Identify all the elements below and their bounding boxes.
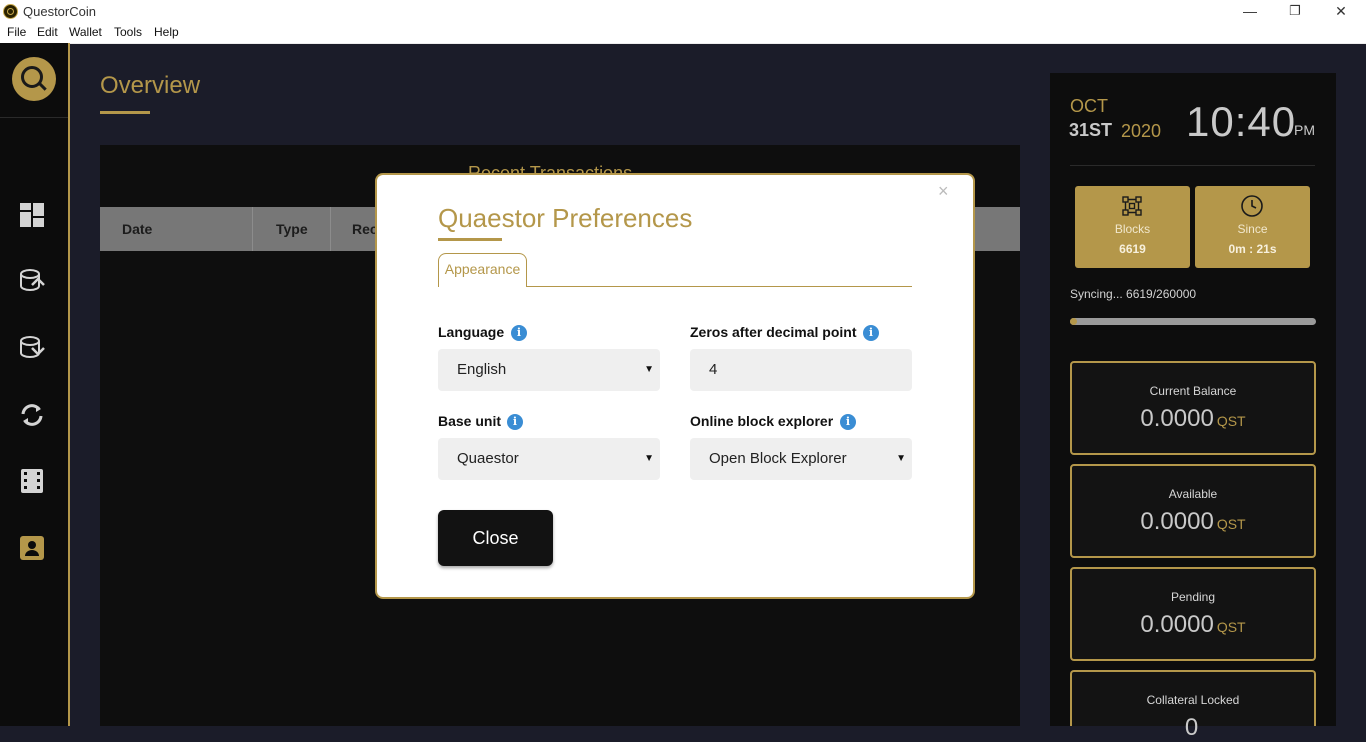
- balance-amount-row: 0.0000 QST: [1072, 405, 1314, 433]
- since-card: Since 0m : 21s: [1195, 186, 1310, 268]
- close-button[interactable]: Close: [438, 510, 553, 566]
- menu-tools[interactable]: Tools: [114, 25, 142, 39]
- contacts-icon[interactable]: [19, 535, 45, 561]
- column-recipient[interactable]: Rec: [352, 221, 378, 237]
- language-label: Language: [438, 324, 505, 340]
- balance-unit: QST: [1216, 413, 1246, 429]
- dialog-title-underline: [438, 238, 502, 241]
- balance-amount: 0.0000: [1140, 508, 1214, 535]
- dropdown-caret-icon: ▼: [644, 453, 654, 464]
- info-icon[interactable]: i: [511, 325, 527, 341]
- send-coins-icon[interactable]: [19, 268, 45, 294]
- blocks-card: Blocks 6619: [1075, 186, 1190, 268]
- sync-progress-bar: [1070, 318, 1316, 325]
- clock-icon: [1241, 195, 1263, 217]
- title-underline: [100, 111, 150, 114]
- zeros-value: 4: [709, 361, 718, 378]
- info-icon[interactable]: i: [507, 414, 523, 430]
- balance-amount-row: 0: [1072, 714, 1314, 742]
- balance-label: Available: [1168, 487, 1218, 501]
- available-balance-card: Available 0.0000 QST: [1070, 464, 1316, 558]
- explorer-value: Open Block Explorer: [709, 450, 847, 467]
- column-date[interactable]: Date: [122, 221, 152, 237]
- balance-label: Current Balance: [1149, 384, 1237, 398]
- zeros-label: Zeros after decimal point: [690, 324, 857, 340]
- transactions-icon[interactable]: [19, 468, 45, 494]
- minimize-button[interactable]: —: [1227, 0, 1273, 23]
- column-type[interactable]: Type: [276, 221, 308, 237]
- balance-amount-row: 0.0000 QST: [1072, 508, 1314, 536]
- menu-wallet[interactable]: Wallet: [69, 25, 102, 39]
- date-year: 2020: [1121, 121, 1162, 141]
- sync-progress-fill: [1070, 318, 1077, 325]
- column-separator: [252, 207, 253, 251]
- block-explorer-select[interactable]: Open Block Explorer ▼: [690, 438, 912, 480]
- sidebar: [0, 43, 70, 726]
- tab-baseline: [527, 286, 912, 287]
- base-unit-value: Quaestor: [457, 450, 519, 467]
- clock-ampm: PM: [1294, 122, 1315, 138]
- page-title: Overview: [100, 72, 201, 99]
- dialog-title: Quaestor Preferences: [438, 203, 693, 233]
- window-title: QuestorCoin: [23, 4, 96, 19]
- zeros-input[interactable]: 4: [690, 349, 912, 391]
- date-day: 31ST: [1069, 120, 1113, 140]
- balance-unit: QST: [1216, 516, 1246, 532]
- menu-bar: [0, 23, 1366, 44]
- current-balance-card: Current Balance 0.0000 QST: [1070, 361, 1316, 455]
- sidebar-divider: [0, 117, 68, 118]
- since-value: 0m : 21s: [1228, 242, 1277, 256]
- dropdown-caret-icon: ▼: [896, 453, 906, 464]
- info-icon[interactable]: i: [863, 325, 879, 341]
- blocks-value: 6619: [1119, 242, 1146, 256]
- collateral-locked-card: Collateral Locked 0: [1070, 670, 1316, 741]
- title-bar: [0, 0, 1366, 23]
- balance-label: Collateral Locked: [1146, 693, 1240, 707]
- tab-appearance[interactable]: Appearance: [438, 253, 527, 287]
- balance-label: Pending: [1170, 590, 1216, 604]
- balance-amount: 0.0000: [1140, 405, 1214, 432]
- base-unit-label: Base unit: [438, 413, 502, 429]
- base-unit-select[interactable]: Quaestor ▼: [438, 438, 660, 480]
- sync-status: Syncing... 6619/260000: [1070, 287, 1197, 301]
- balance-amount: 0: [1184, 714, 1199, 741]
- balance-amount: 0.0000: [1140, 611, 1214, 638]
- info-icon[interactable]: i: [840, 414, 856, 430]
- quaestor-logo-icon[interactable]: [12, 57, 56, 101]
- sync-icon[interactable]: [19, 402, 45, 428]
- app-logo-icon: [3, 4, 18, 19]
- restore-button[interactable]: ❐: [1272, 0, 1318, 23]
- dashboard-icon[interactable]: [19, 202, 45, 228]
- since-label: Since: [1237, 222, 1268, 236]
- blocks-label: Blocks: [1114, 222, 1151, 236]
- explorer-label: Online block explorer: [690, 413, 834, 429]
- date-month: OCT: [1070, 96, 1108, 116]
- column-separator: [330, 207, 331, 251]
- panel-divider: [1070, 165, 1315, 166]
- dropdown-caret-icon: ▼: [644, 364, 654, 375]
- dialog-close-icon[interactable]: ×: [938, 181, 949, 202]
- pending-balance-card: Pending 0.0000 QST: [1070, 567, 1316, 661]
- blocks-icon: [1122, 196, 1142, 216]
- menu-help[interactable]: Help: [154, 25, 179, 39]
- clock-time: 10:40: [1186, 98, 1297, 145]
- menu-file[interactable]: File: [7, 25, 26, 39]
- close-window-button[interactable]: ✕: [1318, 0, 1364, 23]
- language-value: English: [457, 361, 507, 378]
- menu-edit[interactable]: Edit: [37, 25, 58, 39]
- balance-amount-row: 0.0000 QST: [1072, 611, 1314, 639]
- balance-unit: QST: [1216, 619, 1246, 635]
- language-select[interactable]: English ▼: [438, 349, 660, 391]
- receive-coins-icon[interactable]: [19, 335, 45, 361]
